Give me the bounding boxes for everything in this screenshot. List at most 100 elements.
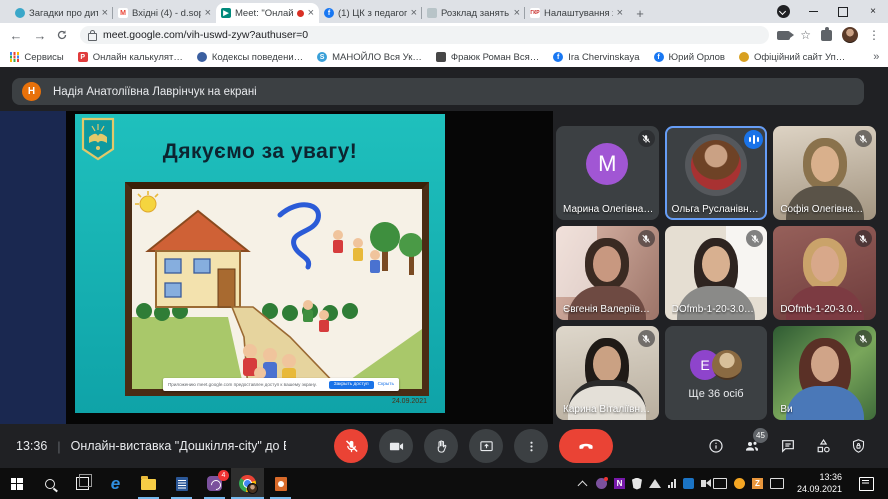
bookmark-orlov[interactable]: f Юрий Орлов (654, 52, 725, 63)
back-button[interactable]: ← (8, 28, 24, 43)
reload-button[interactable] (56, 29, 72, 41)
mic-toggle-button[interactable] (334, 429, 368, 463)
share-notice-text: Приложению meet.google.com предоставлен … (168, 382, 325, 387)
camera-toggle-button[interactable] (379, 429, 413, 463)
taskbar-search-button[interactable] (33, 468, 66, 499)
participant-tile[interactable]: М Марина Олегівна… (556, 126, 659, 220)
taskbar-document-app[interactable] (165, 468, 198, 499)
bookmark-manoilo[interactable]: S МАНОЙЛО Вся Ук… (317, 52, 422, 63)
signal-icon[interactable] (668, 479, 676, 488)
forward-button[interactable]: → (32, 28, 48, 43)
bookmark-star-icon[interactable]: ☆ (800, 28, 811, 42)
present-button[interactable] (469, 429, 503, 463)
bookmark-services[interactable]: Сервисы (10, 52, 64, 63)
taskbar-edge[interactable]: e (99, 468, 132, 499)
end-call-button[interactable] (559, 429, 613, 463)
bookmarks-overflow-button[interactable]: » (873, 51, 879, 63)
self-view-tile[interactable]: Ви (773, 326, 876, 420)
hidden-icons-button[interactable] (577, 478, 589, 490)
tab-close-icon[interactable]: × (308, 7, 314, 19)
self-name: Ви (780, 404, 792, 415)
activities-button[interactable] (815, 438, 832, 454)
tab-close-icon[interactable]: × (411, 7, 417, 19)
folder-icon (141, 479, 156, 490)
gmail-icon: M (118, 8, 128, 18)
bookmark-ira[interactable]: f Ira Chervinskaya (553, 52, 639, 63)
new-tab-button[interactable]: + (632, 5, 648, 21)
more-options-button[interactable] (514, 429, 548, 463)
meeting-panel-buttons: 45 (708, 438, 888, 454)
display-tray-icon[interactable] (713, 478, 727, 489)
silhouette (811, 246, 839, 282)
taskbar-chrome[interactable] (231, 468, 264, 499)
tab-close-icon[interactable]: × (514, 7, 520, 19)
participant-tile[interactable]: Євгенія Валеріїв… (556, 226, 659, 320)
mic-off-icon (638, 330, 655, 347)
minimize-button[interactable] (798, 0, 828, 23)
meet-icon: ▶ (221, 8, 231, 18)
clock-date: 24.09.2021 (797, 484, 842, 495)
tab-close-icon[interactable]: × (102, 7, 108, 19)
extensions-icon[interactable] (821, 30, 832, 41)
search-icon (45, 479, 55, 489)
task-view-icon (76, 477, 89, 490)
browser-menu-icon[interactable]: ⋮ (868, 28, 880, 42)
tab-title: Meet: "Онлайн-ви (235, 8, 293, 19)
tab-schedule[interactable]: Розклад занять × (422, 3, 525, 23)
system-tray: N Z 13:36 24.09.2021 (577, 468, 888, 499)
tab-journal-settings[interactable]: ГКР Налаштування журна × (525, 3, 628, 23)
hide-notice-link[interactable]: Скрыть (378, 382, 394, 387)
raise-hand-button[interactable] (424, 429, 458, 463)
shared-screen[interactable]: Дякуємо за увагу! (0, 111, 553, 424)
tab-gmail[interactable]: M Вхідні (4) - d.sopova@ × (113, 3, 216, 23)
participant-tile[interactable]: DOfmb-1-20-3.0… (773, 226, 876, 320)
mic-off-icon (855, 130, 872, 147)
taskbar-impress[interactable] (264, 468, 297, 499)
participant-tile[interactable]: Карина Віталіївн… (556, 326, 659, 420)
viber-tray-icon[interactable] (596, 478, 607, 489)
tab-facebook[interactable]: f (1) ЦК з педагогічної × (319, 3, 422, 23)
participant-tile[interactable]: DOfmb-1-20-3.0… (665, 226, 768, 320)
tab-riddles[interactable]: Загадки про дитячий × (10, 3, 113, 23)
s-icon: S (317, 52, 327, 62)
host-controls-button[interactable] (851, 438, 866, 454)
network-app-tray-icon[interactable] (683, 478, 694, 489)
tab-close-icon[interactable]: × (617, 7, 623, 19)
taskbar-viber[interactable]: 4 (198, 468, 231, 499)
participant-tile-speaking[interactable]: Ольга Русланівн… (665, 126, 768, 220)
profile-avatar[interactable] (842, 27, 858, 43)
volume-icon[interactable] (701, 480, 706, 487)
monitor-tray-icon[interactable] (770, 478, 784, 489)
bookmark-codes[interactable]: Кодексы поведени… (197, 52, 303, 63)
defender-tray-icon[interactable] (632, 478, 642, 490)
orange-app-tray-icon[interactable] (734, 478, 745, 489)
close-button[interactable]: × (858, 0, 888, 23)
start-button[interactable] (0, 468, 33, 499)
camera-in-use-icon[interactable] (777, 31, 790, 40)
taskbar-file-explorer[interactable] (132, 468, 165, 499)
document-icon (176, 477, 188, 491)
wifi-icon[interactable] (649, 479, 661, 488)
participants-button[interactable]: 45 (743, 438, 761, 454)
chat-button[interactable] (780, 438, 796, 454)
stop-sharing-button[interactable]: Закрыть доступ (329, 381, 374, 389)
action-center-icon[interactable] (859, 477, 874, 491)
tab-overflow-button[interactable] (768, 0, 798, 23)
maximize-button[interactable] (828, 0, 858, 23)
address-bar[interactable]: meet.google.com/vih-uswd-zyw?authuser=0 (80, 26, 769, 44)
more-participants-tile[interactable]: Е Ще 36 осіб (665, 326, 768, 420)
onenote-tray-icon[interactable]: N (614, 478, 625, 489)
meeting-details-button[interactable] (708, 438, 724, 454)
bookmark-calculator[interactable]: P Онлайн калькулят… (78, 52, 183, 63)
taskbar-clock[interactable]: 13:36 24.09.2021 (791, 472, 848, 495)
viber-badge: 4 (218, 470, 229, 481)
participant-tile[interactable]: Софія Олегівна… (773, 126, 876, 220)
z-app-tray-icon[interactable]: Z (752, 478, 763, 489)
tab-meet-active[interactable]: ▶ Meet: "Онлайн-ви × (216, 3, 319, 23)
bookmark-frayuk[interactable]: Фраюк Роман Вся… (436, 52, 539, 63)
bookmark-official-site[interactable]: Офіційний сайт Уп… (739, 52, 845, 63)
mic-off-icon (855, 330, 872, 347)
lock-icon (88, 33, 97, 41)
task-view-button[interactable] (66, 468, 99, 499)
tab-close-icon[interactable]: × (205, 7, 211, 19)
